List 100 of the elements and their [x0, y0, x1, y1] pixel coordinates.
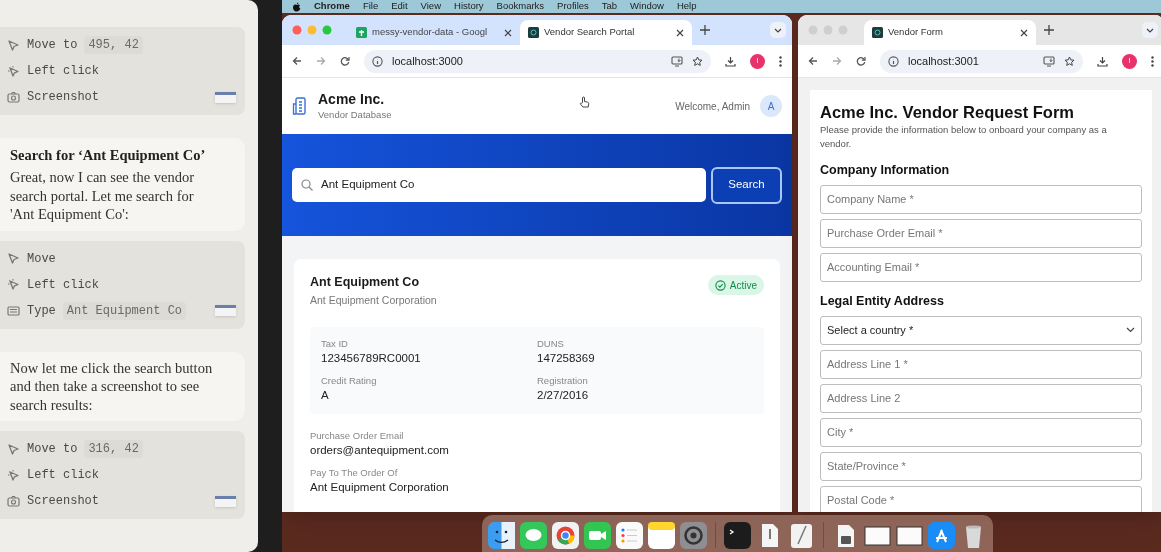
url-text: localhost:3000 [392, 53, 464, 69]
menu-item[interactable]: Window [630, 0, 664, 14]
message-text: Great, now I can see the vendor search portal. Let me search for 'Ant Equipment Co': [10, 168, 195, 224]
back-arrow-icon[interactable] [808, 56, 818, 66]
action-label: Move [27, 250, 56, 268]
close-icon[interactable] [1020, 28, 1028, 37]
detail-label: Tax ID [321, 337, 349, 350]
video-camera-app-icon[interactable] [584, 521, 611, 549]
screenshot-thumbnail[interactable] [215, 91, 236, 103]
detail-value: A [321, 388, 330, 403]
more-menu-icon[interactable] [1151, 55, 1154, 67]
menu-item[interactable]: Tab [601, 0, 618, 14]
terminal-app-icon[interactable] [724, 521, 751, 549]
cursor-click-icon [7, 64, 20, 78]
menu-item[interactable]: Bookmarks [496, 0, 545, 14]
smiling-face-app-icon[interactable] [488, 521, 515, 549]
search-field[interactable]: Ant Equipment Co [292, 168, 706, 202]
input-field[interactable]: Address Line 1 * [820, 349, 1142, 379]
welcome-text: Welcome, Admin [675, 99, 750, 114]
app-favicon-icon [872, 27, 883, 38]
menu-item[interactable]: Help [676, 0, 697, 14]
camera-icon [7, 90, 20, 104]
info-icon [888, 55, 899, 67]
new-tab-icon[interactable] [1044, 25, 1054, 35]
apple-logo-icon [292, 1, 301, 12]
country-dropdown[interactable]: Select a country * [820, 315, 1142, 345]
star-icon[interactable] [1064, 55, 1075, 67]
cursor-click-icon [7, 468, 20, 482]
message-title: Search for ‘Ant Equipment Co’ [10, 146, 207, 165]
browser-tab[interactable]: messy-vendor-data - Googl [348, 20, 520, 45]
browser-tab[interactable]: Vendor Search Portal [520, 20, 692, 45]
field-label: Pay To The Order Of [310, 466, 399, 479]
hand-pointer-icon [579, 96, 590, 108]
close-icon[interactable] [676, 28, 684, 37]
chevron-down-icon[interactable] [770, 22, 786, 38]
address-bar[interactable]: localhost:3001 [880, 49, 1083, 73]
notepad-app-icon[interactable] [648, 521, 675, 549]
action-label: Left click [27, 63, 99, 80]
download-icon[interactable] [725, 55, 736, 67]
tab-title: messy-vendor-data - Googl [372, 25, 489, 40]
address-bar[interactable]: localhost:3000 [364, 49, 711, 73]
gear-app-icon[interactable] [680, 521, 707, 549]
screenshot-thumbnail[interactable] [215, 495, 236, 507]
field-value: Ant Equipment Corporation [310, 480, 450, 495]
checklist-app-icon[interactable] [616, 521, 643, 549]
circle-logo-app-icon[interactable] [552, 521, 579, 549]
field-label: Purchase Order Email [310, 429, 405, 442]
chat-bubble-app-icon[interactable] [520, 521, 547, 549]
action-argument: 495, 42 [84, 36, 143, 54]
info-icon [372, 55, 383, 67]
vendor-name: Ant Equipment Co [310, 274, 420, 291]
user-avatar[interactable]: A [760, 95, 782, 117]
detail-value: 2/27/2016 [537, 388, 590, 403]
menu-app-name[interactable]: Chrome [314, 0, 350, 14]
browser-tab[interactable]: Vendor Form [864, 20, 1036, 45]
pencil-app-icon[interactable] [788, 521, 815, 549]
input-field[interactable]: Accounting Email * [820, 252, 1142, 282]
download-icon[interactable] [1097, 55, 1108, 67]
reload-icon[interactable] [340, 56, 350, 66]
menu-item[interactable]: History [454, 0, 484, 14]
spreadsheet-icon [356, 27, 367, 38]
cursor-arrow-icon [7, 38, 20, 52]
input-field[interactable]: Address Line 2 [820, 383, 1142, 413]
install-app-icon[interactable] [671, 55, 683, 67]
tab-title: Vendor Search Portal [544, 25, 636, 40]
tab-title: Vendor Form [888, 25, 944, 40]
input-field[interactable]: City * [820, 417, 1142, 447]
menu-item[interactable]: File [362, 0, 379, 14]
search-button[interactable]: Search [711, 166, 782, 204]
detail-value: 147258369 [537, 351, 596, 366]
back-arrow-icon[interactable] [292, 56, 302, 66]
action-argument: 316, 42 [84, 440, 143, 458]
action-label: Move to [27, 37, 78, 54]
screenshot-thumbnail[interactable] [215, 305, 236, 316]
chevron-down-icon[interactable] [1142, 22, 1158, 38]
install-app-icon[interactable] [1043, 55, 1055, 67]
action-label: Screenshot [27, 493, 99, 510]
more-menu-icon[interactable] [779, 55, 782, 67]
app-favicon-icon [528, 27, 539, 38]
input-field[interactable]: State/Province * [820, 451, 1142, 481]
input-field[interactable]: Postal Code * [820, 485, 1142, 512]
letter-a-app-icon[interactable] [928, 521, 955, 549]
menu-item[interactable]: Edit [391, 0, 408, 14]
cursor-arrow-icon [7, 252, 20, 265]
reload-icon[interactable] [856, 56, 866, 66]
input-field[interactable]: Purchase Order Email * [820, 218, 1142, 248]
detail-label: Credit Rating [321, 374, 378, 387]
building-icon [292, 97, 308, 115]
input-field[interactable]: Company Name * [820, 184, 1142, 214]
new-tab-icon[interactable] [700, 25, 710, 35]
star-icon[interactable] [692, 55, 703, 67]
keyboard-icon [7, 304, 20, 317]
action-label: Move to [27, 441, 78, 458]
url-text: localhost:3001 [908, 53, 980, 69]
menu-item[interactable]: Profiles [557, 0, 589, 14]
close-icon[interactable] [504, 28, 512, 37]
section-heading: Legal Entity Address [820, 292, 945, 310]
action-label: Screenshot [27, 89, 99, 106]
menu-item[interactable]: View [420, 0, 441, 14]
company-subtitle: Vendor Database [318, 108, 392, 121]
